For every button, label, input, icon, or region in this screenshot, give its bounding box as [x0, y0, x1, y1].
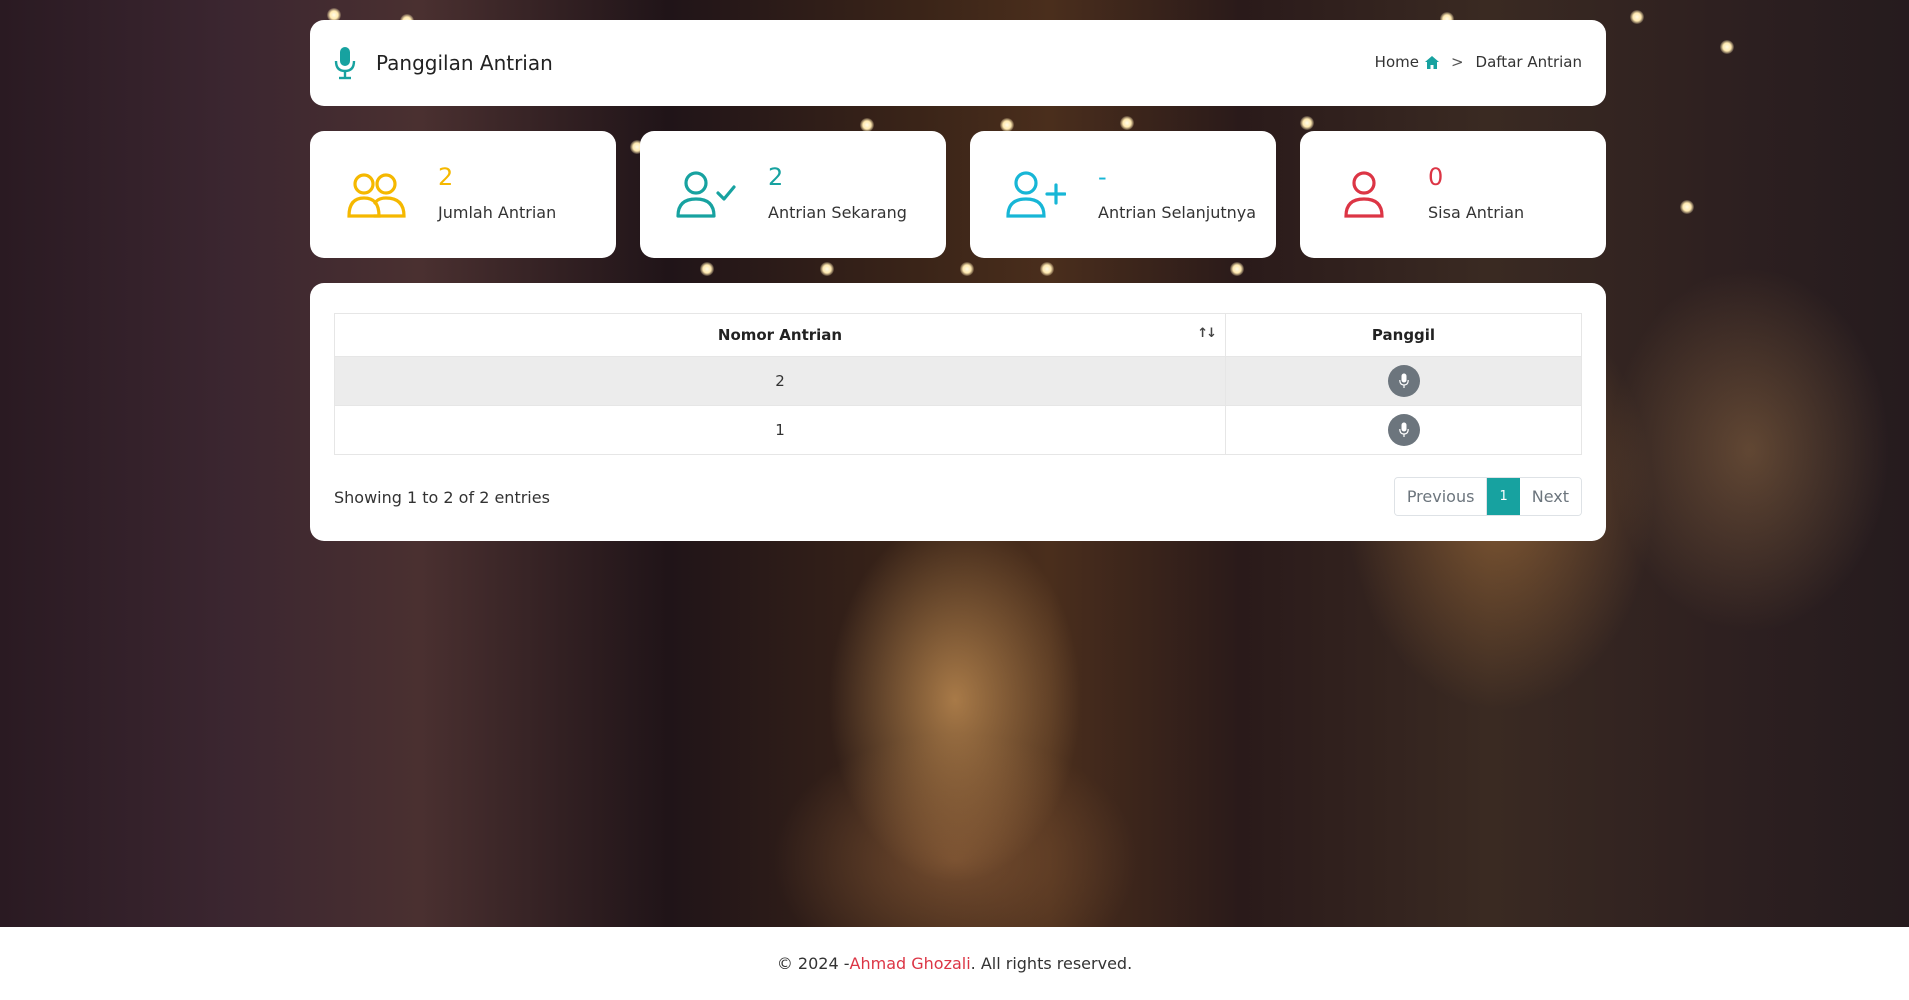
stat-value: - [1098, 163, 1107, 191]
call-cell [1225, 405, 1582, 455]
microphone-icon [1398, 422, 1409, 437]
table-info: Showing 1 to 2 of 2 entries [334, 488, 550, 507]
stat-value: 2 [768, 163, 784, 191]
breadcrumb-separator: > [1450, 53, 1464, 71]
queue-number-cell: 1 [334, 405, 1226, 455]
stat-value: 2 [438, 163, 454, 191]
sort-icon[interactable]: ↑↓ [1197, 326, 1217, 341]
queue-table: Nomor Antrian ↑↓ Panggil 2 1 [334, 313, 1582, 455]
table-row: 2 [334, 356, 1582, 406]
home-icon[interactable] [1424, 55, 1439, 69]
footer-suffix: . All rights reserved. [970, 954, 1133, 973]
breadcrumb-home[interactable]: Home [1375, 53, 1419, 71]
table-row: 1 [334, 405, 1582, 455]
call-cell [1225, 356, 1582, 406]
column-header-panggil: Panggil [1225, 313, 1582, 357]
page-1-button[interactable]: 1 [1487, 478, 1520, 515]
user-check-icon [676, 171, 736, 218]
users-icon [347, 173, 406, 218]
microphone-icon [1398, 373, 1409, 388]
next-button[interactable]: Next [1519, 478, 1581, 515]
footer-prefix: © 2024 - [776, 954, 850, 973]
stat-card-jumlah-antrian: 2 Jumlah Antrian [310, 131, 616, 258]
breadcrumb: Home > Daftar Antrian [1375, 53, 1582, 71]
stat-label: Antrian Sekarang [768, 203, 907, 222]
microphone-icon [334, 47, 356, 80]
stat-card-sisa-antrian: 0 Sisa Antrian [1300, 131, 1606, 258]
breadcrumb-current: Daftar Antrian [1475, 53, 1582, 71]
stat-value: 0 [1428, 163, 1444, 191]
stat-card-antrian-sekarang: 2 Antrian Sekarang [640, 131, 946, 258]
footer-author-link[interactable]: Ahmad Ghozali [850, 954, 971, 973]
stat-label: Jumlah Antrian [438, 203, 557, 222]
stat-label: Sisa Antrian [1428, 203, 1525, 222]
previous-button[interactable]: Previous [1394, 478, 1488, 515]
queue-number-cell: 2 [334, 356, 1226, 406]
call-button[interactable] [1387, 414, 1420, 446]
queue-table-card: Nomor Antrian ↑↓ Panggil 2 1 Showing 1 t… [310, 283, 1606, 541]
stat-label: Antrian Selanjutnya [1098, 203, 1257, 222]
page-title: Panggilan Antrian [376, 51, 553, 75]
footer: © 2024 - Ahmad Ghozali . All rights rese… [0, 927, 1909, 1000]
column-header-nomor-antrian[interactable]: Nomor Antrian ↑↓ [334, 313, 1226, 357]
header-card: Panggilan Antrian Home > Daftar Antrian [310, 20, 1606, 106]
stat-card-antrian-selanjutnya: - Antrian Selanjutnya [970, 131, 1276, 258]
call-button[interactable] [1387, 365, 1420, 397]
pagination: Previous 1 Next [1393, 477, 1582, 516]
user-icon [1344, 171, 1384, 218]
user-plus-icon [1006, 171, 1066, 218]
